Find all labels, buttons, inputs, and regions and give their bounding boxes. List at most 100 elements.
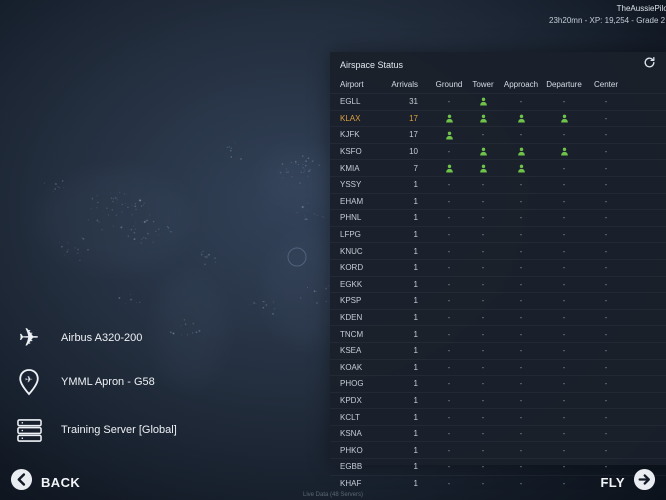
server-label: Training Server [Global] — [61, 424, 177, 436]
table-row[interactable]: KOAK1----- — [330, 359, 666, 376]
atc-none: - — [466, 130, 500, 139]
atc-none: - — [432, 330, 466, 339]
atc-none: - — [542, 363, 586, 372]
arrivals-count: 1 — [388, 446, 432, 455]
table-row[interactable]: KNUC1----- — [330, 242, 666, 259]
atc-none: - — [432, 379, 466, 388]
atc-none: - — [500, 97, 542, 106]
arrivals-count: 17 — [388, 130, 432, 139]
atc-none: - — [466, 230, 500, 239]
arrivals-count: 17 — [388, 114, 432, 123]
atc-none: - — [466, 313, 500, 322]
atc-none: - — [432, 413, 466, 422]
table-row[interactable]: KSEA1----- — [330, 342, 666, 359]
table-row[interactable]: KLAX17- — [330, 110, 666, 127]
pilot-name: TheAussiePilot — [549, 3, 666, 15]
arrivals-count: 1 — [388, 413, 432, 422]
table-row[interactable]: KORD1----- — [330, 259, 666, 276]
arrivals-count: 1 — [388, 247, 432, 256]
pilot-stats: 23h20mn - XP: 19,254 - Grade 2 - — [549, 15, 666, 27]
airport-code: KCLT — [340, 413, 388, 422]
table-row[interactable]: KJFK17---- — [330, 126, 666, 143]
atc-none: - — [432, 396, 466, 405]
airport-code: KJFK — [340, 130, 388, 139]
arrivals-count: 1 — [388, 180, 432, 189]
atc-none: - — [500, 379, 542, 388]
table-row[interactable]: KCLT1----- — [330, 408, 666, 425]
fly-button[interactable]: FLY — [600, 468, 656, 496]
atc-none: - — [586, 429, 626, 438]
panel-header: Airspace Status — [330, 52, 666, 75]
arrivals-count: 1 — [388, 296, 432, 305]
atc-none: - — [466, 429, 500, 438]
table-row[interactable]: TNCM1----- — [330, 325, 666, 342]
location-selector[interactable]: ✈ YMML Apron - G58 — [10, 362, 155, 402]
airport-code: PHKO — [340, 446, 388, 455]
atc-none: - — [586, 379, 626, 388]
table-row[interactable]: PHKO1----- — [330, 441, 666, 458]
atc-none: - — [432, 346, 466, 355]
arrivals-count: 7 — [388, 164, 432, 173]
table-row[interactable]: KSFO10-- — [330, 143, 666, 160]
table-row[interactable]: KPSP1----- — [330, 292, 666, 309]
airport-code: KPSP — [340, 296, 388, 305]
table-row[interactable]: YSSY1----- — [330, 176, 666, 193]
atc-none: - — [432, 147, 466, 156]
location-label: YMML Apron - G58 — [61, 376, 155, 388]
atc-none: - — [432, 97, 466, 106]
refresh-button[interactable] — [643, 56, 656, 74]
table-row[interactable]: PHNL1----- — [330, 209, 666, 226]
table-row[interactable]: EGKK1----- — [330, 276, 666, 293]
server-selector[interactable]: Training Server [Global] — [10, 410, 177, 450]
arrivals-count: 10 — [388, 147, 432, 156]
table-row[interactable]: EHAM1----- — [330, 193, 666, 210]
atc-none: - — [586, 330, 626, 339]
airport-code: KLAX — [340, 114, 388, 123]
aircraft-selector[interactable]: ✈ Airbus A320-200 — [10, 318, 142, 358]
atc-active-icon — [432, 130, 466, 139]
table-row[interactable]: KSNA1----- — [330, 425, 666, 442]
atc-active-icon — [466, 97, 500, 106]
atc-none: - — [500, 330, 542, 339]
atc-none: - — [432, 180, 466, 189]
atc-none: - — [542, 213, 586, 222]
arrivals-count: 1 — [388, 263, 432, 272]
table-row[interactable]: LFPG1----- — [330, 226, 666, 243]
table-row[interactable]: PHOG1----- — [330, 375, 666, 392]
table-row[interactable]: EGLL31---- — [330, 93, 666, 110]
airport-code: KORD — [340, 263, 388, 272]
arrivals-count: 1 — [388, 346, 432, 355]
atc-none: - — [466, 213, 500, 222]
table-row[interactable]: KPDX1----- — [330, 392, 666, 409]
airport-code: TNCM — [340, 330, 388, 339]
atc-none: - — [586, 147, 626, 156]
airport-code: KOAK — [340, 363, 388, 372]
arrivals-count: 1 — [388, 429, 432, 438]
airport-code: KMIA — [340, 164, 388, 173]
column-header-airport: Airport — [340, 80, 388, 89]
atc-none: - — [432, 247, 466, 256]
back-button[interactable]: BACK — [10, 468, 80, 496]
column-header-tower: Tower — [466, 80, 500, 89]
atc-none: - — [542, 379, 586, 388]
table-row[interactable]: KDEN1----- — [330, 309, 666, 326]
airport-code: KPDX — [340, 396, 388, 405]
table-row[interactable]: KMIA7-- — [330, 159, 666, 176]
atc-none: - — [466, 379, 500, 388]
atc-none: - — [432, 429, 466, 438]
atc-none: - — [542, 396, 586, 405]
atc-none: - — [432, 197, 466, 206]
airport-code: EHAM — [340, 197, 388, 206]
atc-none: - — [432, 280, 466, 289]
atc-none: - — [500, 446, 542, 455]
arrivals-count: 1 — [388, 330, 432, 339]
atc-none: - — [500, 296, 542, 305]
arrivals-count: 1 — [388, 280, 432, 289]
atc-none: - — [586, 247, 626, 256]
atc-none: - — [466, 396, 500, 405]
arrivals-count: 1 — [388, 363, 432, 372]
atc-active-icon — [466, 114, 500, 123]
atc-none: - — [466, 247, 500, 256]
atc-none: - — [542, 230, 586, 239]
atc-none: - — [586, 296, 626, 305]
